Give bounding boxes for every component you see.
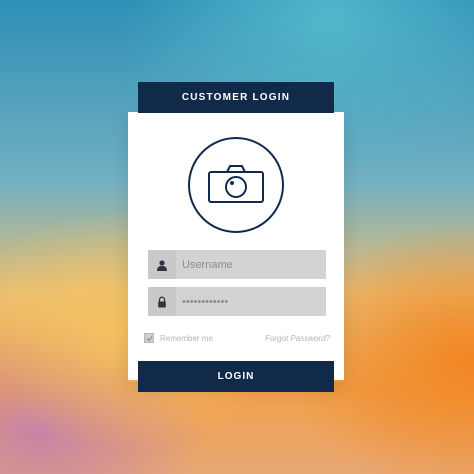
remember-me[interactable]: Remember me <box>144 333 213 343</box>
username-input[interactable] <box>176 250 326 279</box>
user-icon <box>148 250 176 279</box>
username-field <box>148 250 326 279</box>
camera-icon <box>208 165 264 203</box>
login-button[interactable]: LOGIN <box>138 361 334 392</box>
password-input[interactable] <box>176 287 326 316</box>
login-header: CUSTOMER LOGIN <box>138 82 334 113</box>
password-field <box>148 287 326 316</box>
forgot-password-link[interactable]: Forgot Password? <box>250 334 330 343</box>
remember-label: Remember me <box>160 333 213 343</box>
login-screen: { "header": { "title": "CUSTOMER LOGIN" … <box>0 0 474 474</box>
remember-checkbox[interactable] <box>144 333 154 343</box>
lock-icon <box>148 287 176 316</box>
check-icon <box>146 335 152 341</box>
login-title: CUSTOMER LOGIN <box>181 92 291 103</box>
avatar-camera <box>188 137 284 233</box>
